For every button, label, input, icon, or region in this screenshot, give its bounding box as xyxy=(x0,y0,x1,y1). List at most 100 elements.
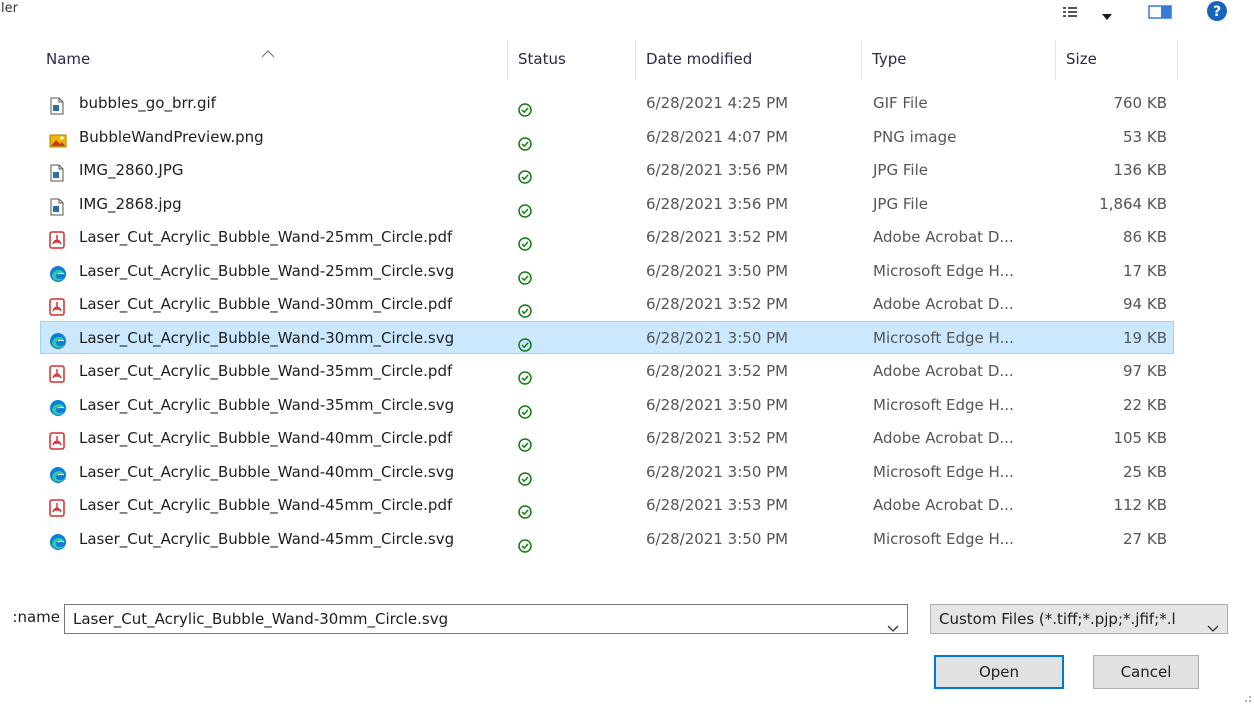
file-size: 136 KB xyxy=(1113,161,1167,179)
edge-file-icon xyxy=(49,530,67,550)
sync-available-icon xyxy=(518,532,532,564)
pdf-file-icon xyxy=(49,228,67,249)
file-type: Microsoft Edge H... xyxy=(873,395,1014,414)
file-row[interactable]: Laser_Cut_Acrylic_Bubble_Wand-40mm_Circl… xyxy=(40,455,1174,489)
file-type: Microsoft Edge H... xyxy=(873,261,1014,280)
column-header-name[interactable]: Name xyxy=(36,40,508,80)
column-header-type-label: Type xyxy=(872,50,907,68)
view-dropdown-chevron-icon[interactable] xyxy=(1101,6,1113,25)
file-row[interactable]: Laser_Cut_Acrylic_Bubble_Wand-30mm_Circl… xyxy=(40,320,1174,354)
file-row[interactable]: Laser_Cut_Acrylic_Bubble_Wand-25mm_Circl… xyxy=(40,254,1174,288)
column-header-size-label: Size xyxy=(1066,50,1097,68)
cancel-button[interactable]: Cancel xyxy=(1093,655,1199,689)
edge-file-icon xyxy=(49,463,67,483)
file-type: JPG File xyxy=(873,161,928,179)
edge-file-icon xyxy=(49,329,67,349)
file-size: 27 KB xyxy=(1123,529,1167,548)
file-row[interactable]: Laser_Cut_Acrylic_Bubble_Wand-30mm_Circl… xyxy=(40,287,1174,321)
file-date-modified: 6/28/2021 3:50 PM xyxy=(646,328,789,347)
file-name: Laser_Cut_Acrylic_Bubble_Wand-25mm_Circl… xyxy=(79,261,455,280)
file-row[interactable]: Laser_Cut_Acrylic_Bubble_Wand-45mm_Circl… xyxy=(40,522,1174,556)
file-row[interactable]: Laser_Cut_Acrylic_Bubble_Wand-40mm_Circl… xyxy=(40,421,1174,455)
file-row[interactable]: BubbleWandPreview.png 6/28/2021 4:07 PM PN… xyxy=(40,120,1174,154)
file-name-input[interactable]: Laser_Cut_Acrylic_Bubble_Wand-30mm_Circl… xyxy=(64,604,908,634)
resize-grip-icon[interactable] xyxy=(1242,689,1252,707)
file-row[interactable]: Laser_Cut_Acrylic_Bubble_Wand-25mm_Circl… xyxy=(40,220,1174,254)
file-name: Laser_Cut_Acrylic_Bubble_Wand-25mm_Circl… xyxy=(79,228,453,246)
file-size: 97 KB xyxy=(1123,362,1167,380)
file-name: BubbleWandPreview.png xyxy=(79,127,264,146)
file-type: GIF File xyxy=(873,94,928,112)
file-row[interactable]: Laser_Cut_Acrylic_Bubble_Wand-35mm_Circl… xyxy=(40,354,1174,388)
file-date-modified: 6/28/2021 3:52 PM xyxy=(646,362,789,380)
edge-file-icon xyxy=(49,262,67,282)
file-date-modified: 6/28/2021 3:50 PM xyxy=(646,462,789,481)
window-title-fragment: ler xyxy=(1,1,18,16)
file-date-modified: 6/28/2021 3:52 PM xyxy=(646,429,789,447)
file-date-modified: 6/28/2021 3:52 PM xyxy=(646,295,789,313)
file-type: Adobe Acrobat D... xyxy=(873,362,1014,380)
column-header-date-modified[interactable]: Date modified xyxy=(636,40,862,80)
column-header-name-label: Name xyxy=(46,50,91,68)
file-row[interactable]: bubbles_go_brr.gif 6/28/2021 4:25 PM GIF F… xyxy=(40,86,1174,120)
column-header-status[interactable]: Status xyxy=(508,40,636,80)
file-type: Adobe Acrobat D... xyxy=(873,429,1014,447)
file-name: Laser_Cut_Acrylic_Bubble_Wand-45mm_Circl… xyxy=(79,496,453,514)
open-button[interactable]: Open xyxy=(934,655,1064,689)
file-size: 22 KB xyxy=(1123,395,1167,414)
file-name: Laser_Cut_Acrylic_Bubble_Wand-40mm_Circl… xyxy=(79,462,455,481)
file-row[interactable]: Laser_Cut_Acrylic_Bubble_Wand-45mm_Circl… xyxy=(40,488,1174,522)
file-name: IMG_2868.jpg xyxy=(79,194,182,213)
pdf-file-icon xyxy=(49,429,67,450)
file-name: Laser_Cut_Acrylic_Bubble_Wand-30mm_Circl… xyxy=(79,295,453,313)
file-type: Adobe Acrobat D... xyxy=(873,496,1014,514)
file-type: Adobe Acrobat D... xyxy=(873,295,1014,313)
file-date-modified: 6/28/2021 3:56 PM xyxy=(646,161,789,179)
svg-text:?: ? xyxy=(1213,4,1221,20)
preview-pane-icon[interactable] xyxy=(1148,4,1172,23)
file-size: 53 KB xyxy=(1123,127,1167,146)
file-type: JPG File xyxy=(873,194,928,213)
file-name: Laser_Cut_Acrylic_Bubble_Wand-35mm_Circl… xyxy=(79,395,455,414)
file-size: 86 KB xyxy=(1123,228,1167,246)
file-size: 17 KB xyxy=(1123,261,1167,280)
file-type-filter-select[interactable]: Custom Files (*.tiff;*.pjp;*.jfif;*.l xyxy=(930,604,1228,634)
pdf-file-icon xyxy=(49,295,67,316)
file-row[interactable]: Laser_Cut_Acrylic_Bubble_Wand-35mm_Circl… xyxy=(40,388,1174,422)
file-name-value: Laser_Cut_Acrylic_Bubble_Wand-30mm_Circl… xyxy=(73,610,449,628)
details-view-icon[interactable] xyxy=(1062,4,1078,23)
file-row[interactable]: IMG_2868.jpg 6/28/2021 3:56 PM JPG File 1,8… xyxy=(40,187,1174,221)
file-date-modified: 6/28/2021 4:25 PM xyxy=(646,94,789,112)
file-size: 1,864 KB xyxy=(1099,194,1167,213)
file-name: Laser_Cut_Acrylic_Bubble_Wand-30mm_Circl… xyxy=(79,328,455,347)
sort-ascending-icon xyxy=(261,34,275,72)
file-name: Laser_Cut_Acrylic_Bubble_Wand-45mm_Circl… xyxy=(79,529,455,548)
file-date-modified: 6/28/2021 3:52 PM xyxy=(646,228,789,246)
file-size: 760 KB xyxy=(1113,94,1167,112)
column-header-size[interactable]: Size xyxy=(1056,40,1178,80)
file-name-label: name: xyxy=(12,608,60,626)
pdf-file-icon xyxy=(49,496,67,517)
image-file-icon xyxy=(49,161,67,182)
png-image-icon xyxy=(49,128,67,147)
file-size: 19 KB xyxy=(1123,328,1167,347)
image-file-icon xyxy=(49,195,67,215)
file-type: PNG image xyxy=(873,127,957,146)
file-date-modified: 6/28/2021 3:50 PM xyxy=(646,261,789,280)
pdf-file-icon xyxy=(49,362,67,383)
help-icon[interactable]: ? xyxy=(1206,0,1228,26)
file-type: Microsoft Edge H... xyxy=(873,462,1014,481)
file-row[interactable]: IMG_2860.JPG 6/28/2021 3:56 PM JPG File 136… xyxy=(40,153,1174,187)
file-type-filter-value: Custom Files (*.tiff;*.pjp;*.jfif;*.l xyxy=(939,610,1176,628)
chevron-down-icon[interactable] xyxy=(1207,614,1219,633)
file-type: Adobe Acrobat D... xyxy=(873,228,1014,246)
file-date-modified: 6/28/2021 4:07 PM xyxy=(646,127,789,146)
column-header-date-label: Date modified xyxy=(646,50,753,68)
edge-file-icon xyxy=(49,396,67,416)
file-type: Microsoft Edge H... xyxy=(873,328,1014,347)
file-size: 25 KB xyxy=(1123,462,1167,481)
chevron-down-icon[interactable] xyxy=(887,614,899,642)
window-top-strip: ler ? xyxy=(0,0,1254,32)
column-header-type[interactable]: Type xyxy=(862,40,1056,80)
file-list: bubbles_go_brr.gif 6/28/2021 4:25 PM GIF F… xyxy=(40,86,1174,555)
